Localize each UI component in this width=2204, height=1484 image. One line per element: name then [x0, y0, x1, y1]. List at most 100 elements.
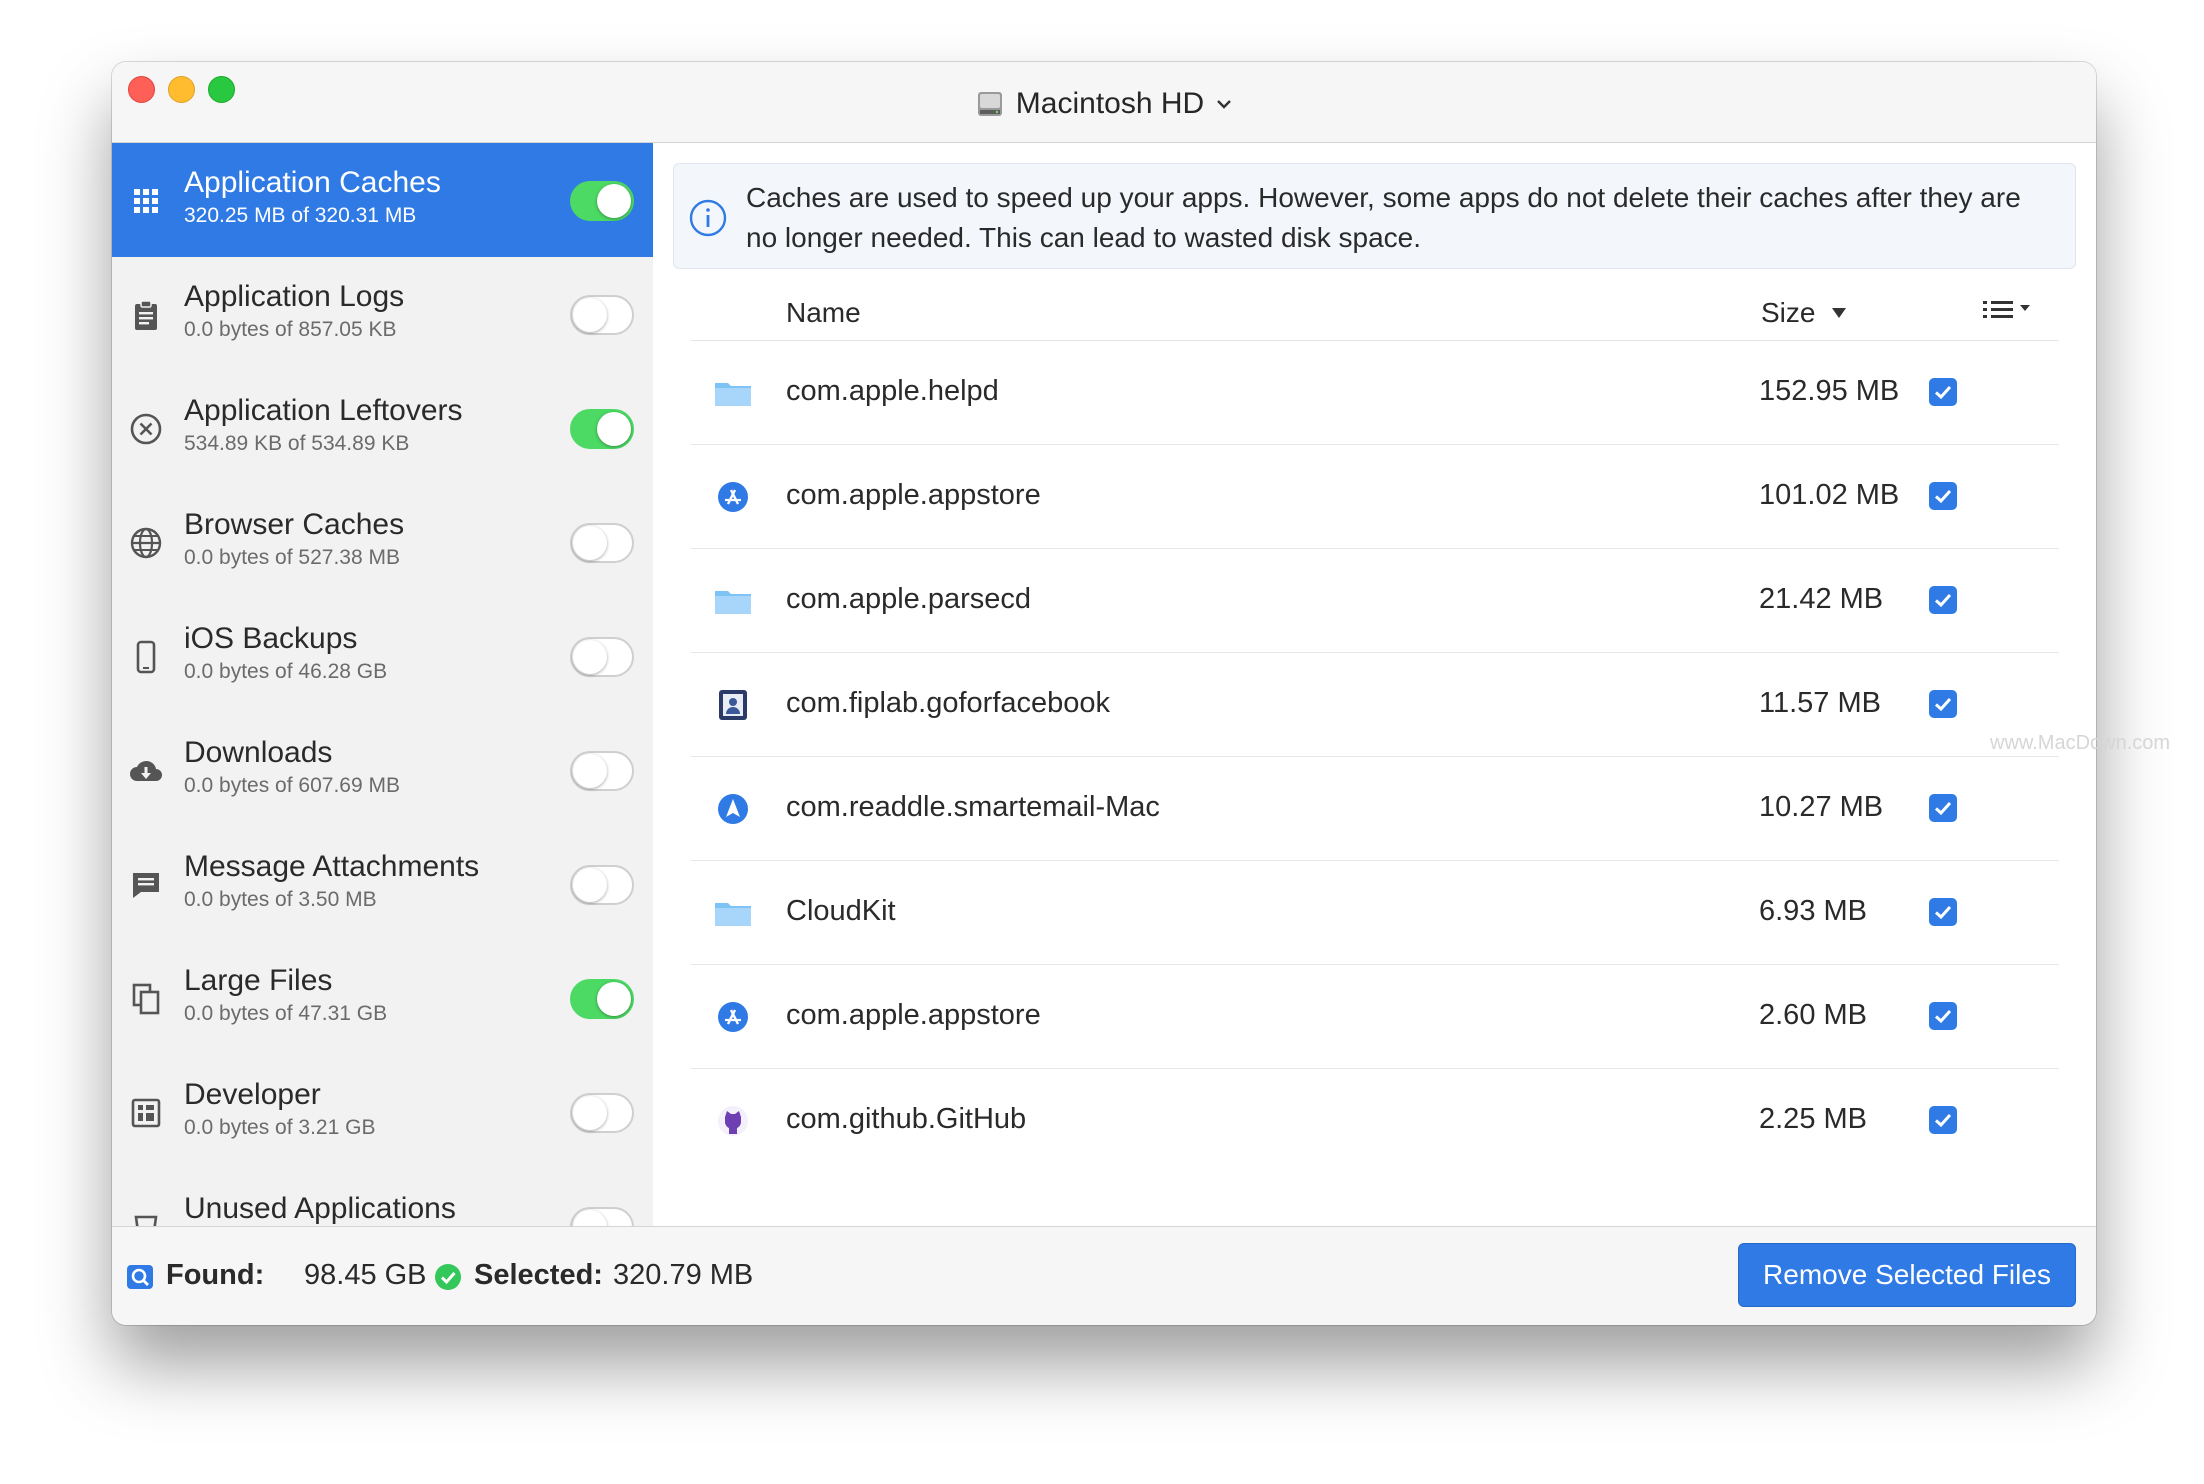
- disk-selector[interactable]: Macintosh HD: [112, 84, 2096, 124]
- sort-descending-icon[interactable]: [1831, 307, 1847, 319]
- sidebar-item-text: Application Logs 0.0 bytes of 857.05 KB: [184, 279, 404, 345]
- file-name: com.apple.helpd: [786, 375, 999, 407]
- sidebar-item-ios-backups[interactable]: iOS Backups 0.0 bytes of 46.28 GB: [112, 599, 653, 713]
- sidebar-item-large-files[interactable]: Large Files 0.0 bytes of 47.31 GB: [112, 941, 653, 1055]
- sidebar-toggle-developer[interactable]: [570, 1093, 634, 1133]
- selected-check-icon: [435, 1264, 461, 1290]
- folder-icon: [713, 895, 753, 931]
- column-header-size[interactable]: Size: [1761, 297, 1815, 329]
- checkmark-icon: [1934, 1113, 1952, 1128]
- sidebar-item-title: Application Caches: [184, 166, 441, 199]
- sidebar-item-size: 534.89 KB of 534.89 KB: [184, 432, 410, 455]
- copy-icon: [128, 981, 164, 1017]
- grid-icon: [128, 183, 164, 219]
- file-name: CloudKit: [786, 895, 896, 927]
- checkmark-icon: [1934, 801, 1952, 816]
- sidebar-item-title: Unused Applications: [184, 1192, 456, 1225]
- sidebar-item-size: 0.0 bytes of 3.21 GB: [184, 1116, 376, 1139]
- sidebar-item-size: 320.25 MB of 320.31 MB: [184, 204, 417, 227]
- appstore-icon: [713, 479, 753, 515]
- sidebar-toggle-browser-caches[interactable]: [570, 523, 634, 563]
- list-header: Name Size: [691, 283, 2059, 341]
- remove-selected-files-button[interactable]: Remove Selected Files: [1738, 1243, 2076, 1307]
- file-name: com.apple.appstore: [786, 479, 1041, 511]
- found-search-icon: [127, 1265, 153, 1289]
- sidebar-item-application-leftovers[interactable]: Application Leftovers 534.89 KB of 534.89…: [112, 371, 653, 485]
- info-icon: [689, 199, 727, 237]
- sidebar-item-size: 0.0 bytes of 46.28 GB: [184, 660, 388, 683]
- sidebar-item-application-caches[interactable]: Application Caches 320.25 MB of 320.31 MB: [112, 143, 653, 257]
- sidebar-toggle-large-files[interactable]: [570, 979, 634, 1019]
- sidebar-item-application-logs[interactable]: Application Logs 0.0 bytes of 857.05 KB: [112, 257, 653, 371]
- file-checkbox[interactable]: [1929, 378, 1957, 406]
- column-header-name[interactable]: Name: [786, 297, 861, 329]
- file-checkbox[interactable]: [1929, 586, 1957, 614]
- file-row[interactable]: com.github.GitHub 2.25 MB: [691, 1069, 2059, 1170]
- sidebar: Application Caches 320.25 MB of 320.31 MB…: [112, 143, 654, 1226]
- toggle-knob: [597, 982, 631, 1016]
- github-icon: [713, 1103, 753, 1139]
- file-checkbox[interactable]: [1929, 1106, 1957, 1134]
- file-checkbox[interactable]: [1929, 898, 1957, 926]
- sidebar-item-downloads[interactable]: Downloads 0.0 bytes of 607.69 MB: [112, 713, 653, 827]
- message-icon: [128, 867, 164, 903]
- toggle-knob: [573, 754, 607, 788]
- sidebar-item-message-attachments[interactable]: Message Attachments 0.0 bytes of 3.50 MB: [112, 827, 653, 941]
- found-label: Found:: [166, 1259, 265, 1291]
- toggle-knob: [573, 1096, 607, 1130]
- watermark: www.MacDown.com: [1990, 732, 2171, 754]
- folder-icon: [713, 583, 753, 619]
- trash-icon: [128, 1209, 164, 1226]
- sidebar-toggle-downloads[interactable]: [570, 751, 634, 791]
- file-row[interactable]: CloudKit 6.93 MB: [691, 861, 2059, 965]
- sidebar-item-developer[interactable]: Developer 0.0 bytes of 3.21 GB: [112, 1055, 653, 1169]
- sidebar-item-text: Message Attachments 0.0 bytes of 3.50 MB: [184, 849, 479, 915]
- sidebar-item-title: Downloads: [184, 736, 333, 769]
- sidebar-item-browser-caches[interactable]: Browser Caches 0.0 bytes of 527.38 MB: [112, 485, 653, 599]
- sidebar-toggle-ios-backups[interactable]: [570, 637, 634, 677]
- sidebar-item-text: Application Leftovers 534.89 KB of 534.89…: [184, 393, 463, 459]
- toggle-knob: [573, 1210, 607, 1226]
- sidebar-item-size: 0.0 bytes of 3.50 MB: [184, 888, 377, 911]
- file-name: com.readdle.smartemail-Mac: [786, 791, 1160, 823]
- sidebar-item-text: Browser Caches 0.0 bytes of 527.38 MB: [184, 507, 404, 573]
- sidebar-item-title: Message Attachments: [184, 850, 480, 883]
- checkmark-icon: [1934, 1009, 1952, 1024]
- sidebar-item-size: 0.0 bytes of 607.69 MB: [184, 774, 400, 797]
- file-size: 11.57 MB: [1759, 687, 1881, 719]
- file-row[interactable]: com.readdle.smartemail-Mac 10.27 MB: [691, 757, 2059, 861]
- facebook-app-icon: [713, 687, 753, 723]
- toggle-knob: [597, 412, 631, 446]
- sidebar-toggle-application-caches[interactable]: [570, 181, 634, 221]
- file-row[interactable]: com.apple.appstore 2.60 MB: [691, 965, 2059, 1069]
- sidebar-toggle-unused-applications[interactable]: [570, 1207, 634, 1226]
- file-size: 6.93 MB: [1759, 895, 1867, 927]
- file-row[interactable]: com.apple.appstore 101.02 MB: [691, 445, 2059, 549]
- toggle-knob: [597, 184, 631, 218]
- file-row[interactable]: com.fiplab.goforfacebook 11.57 MB: [691, 653, 2059, 757]
- info-banner: Caches are used to speed up your apps. H…: [673, 163, 2076, 269]
- status-bar: Found: 98.45 GB Selected: 320.79 MB Remo…: [112, 1226, 2096, 1325]
- checkmark-icon: [1934, 385, 1952, 400]
- file-checkbox[interactable]: [1929, 1002, 1957, 1030]
- file-size: 10.27 MB: [1759, 791, 1884, 823]
- file-checkbox[interactable]: [1929, 482, 1957, 510]
- file-row[interactable]: com.apple.helpd 152.95 MB: [691, 341, 2059, 445]
- sidebar-toggle-application-logs[interactable]: [570, 295, 634, 335]
- file-checkbox[interactable]: [1929, 794, 1957, 822]
- file-size: 101.02 MB: [1759, 479, 1900, 511]
- file-checkbox[interactable]: [1929, 690, 1957, 718]
- info-text: Caches are used to speed up your apps. H…: [746, 182, 2021, 253]
- sidebar-item-unused-applications[interactable]: Unused Applications: [112, 1169, 653, 1226]
- x-circle-icon: [128, 411, 164, 447]
- sidebar-toggle-message-attachments[interactable]: [570, 865, 634, 905]
- sidebar-item-text: Unused Applications: [184, 1191, 456, 1226]
- developer-icon: [128, 1095, 164, 1131]
- sidebar-item-text: Application Caches 320.25 MB of 320.31 MB: [184, 165, 441, 231]
- list-options-icon[interactable]: [1981, 295, 2035, 325]
- checkmark-icon: [1934, 905, 1952, 920]
- file-row[interactable]: com.apple.parsecd 21.42 MB: [691, 549, 2059, 653]
- sidebar-toggle-application-leftovers[interactable]: [570, 409, 634, 449]
- file-name: com.apple.parsecd: [786, 583, 1032, 615]
- chevron-down-icon: [1217, 100, 1232, 109]
